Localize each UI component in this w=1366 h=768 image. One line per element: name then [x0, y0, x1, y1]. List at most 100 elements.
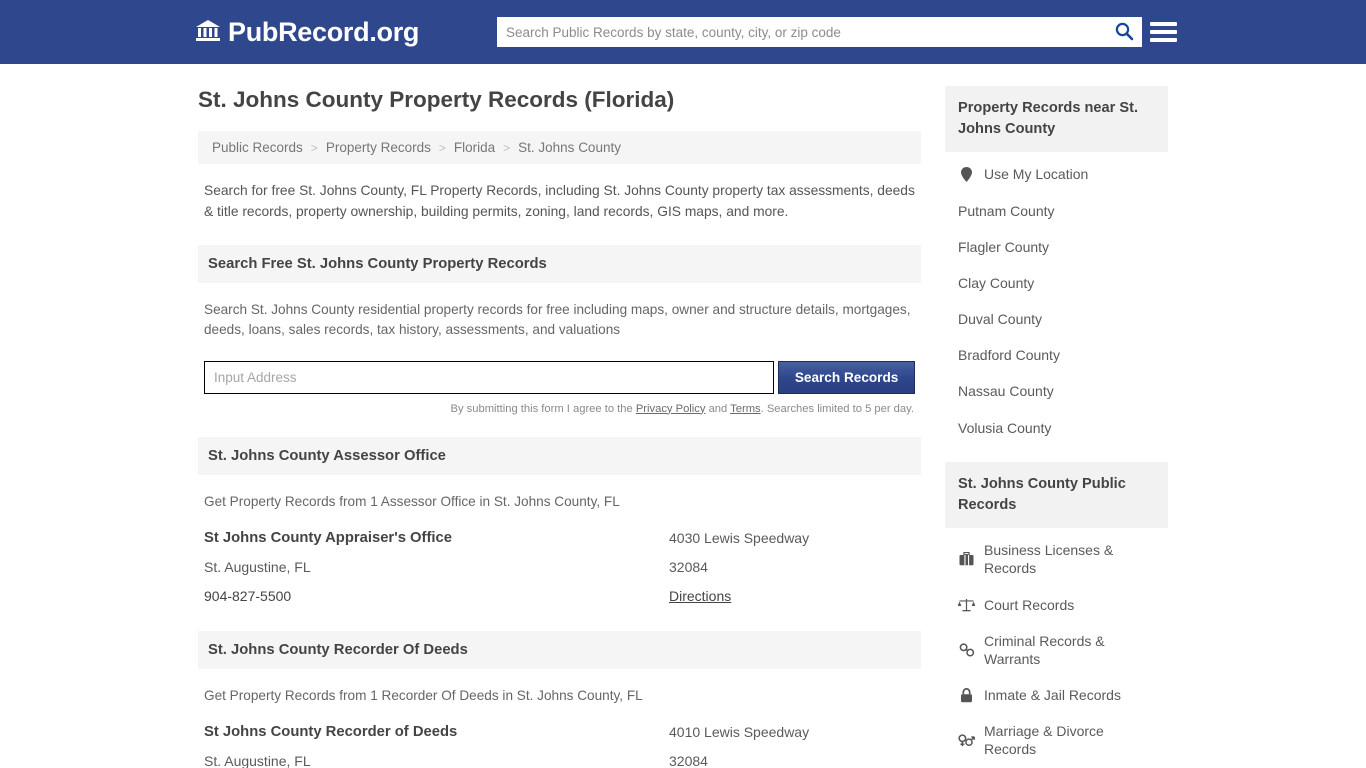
list-item: Volusia County: [945, 410, 1168, 446]
assessor-office-description: Get Property Records from 1 Assessor Off…: [204, 493, 620, 509]
breadcrumb-item-property-records[interactable]: Property Records: [322, 140, 435, 155]
office-street: 4030 Lewis Speedway: [669, 529, 810, 546]
sidebar-item-volusia-county[interactable]: Volusia County: [945, 410, 1168, 446]
search-records-button[interactable]: Search Records: [778, 360, 915, 394]
office-row: St Johns County Recorder of Deeds St. Au…: [204, 706, 915, 768]
scales-of-justice-icon: [958, 598, 975, 612]
list-item: Court Records: [945, 587, 1168, 623]
sidebar-item-clay-county[interactable]: Clay County: [945, 265, 1168, 301]
sidebar-item-label: Flagler County: [958, 238, 1050, 255]
sidebar-item-nassau-county[interactable]: Nassau County: [945, 373, 1168, 409]
sidebar: Property Records near St. Johns County U…: [945, 86, 1168, 768]
sidebar-item-label: Marriage & Divorce Records: [984, 723, 1104, 758]
search-icon: [1114, 21, 1134, 44]
list-item: Use My Location: [945, 152, 1168, 192]
office-left-column: St Johns County Appraiser's Office St. A…: [204, 530, 669, 617]
breadcrumb-separator: >: [438, 140, 446, 155]
sidebar-item-court-records[interactable]: Court Records: [945, 587, 1168, 623]
sidebar-item-inmate-jail-records[interactable]: Inmate & Jail Records: [945, 677, 1168, 713]
content-container: St. Johns County Property Records (Flori…: [198, 64, 1168, 768]
recorder-of-deeds-heading: St. Johns County Recorder Of Deeds: [198, 630, 921, 669]
list-item: Bradford County: [945, 337, 1168, 373]
list-item: Putnam County: [945, 193, 1168, 229]
office-left-column: St Johns County Recorder of Deeds St. Au…: [204, 724, 669, 768]
breadcrumb: Public Records > Property Records > Flor…: [198, 131, 921, 164]
office-street: 4010 Lewis Speedway: [669, 724, 810, 741]
breadcrumb-item-current: St. Johns County: [518, 140, 621, 155]
breadcrumb-item-florida[interactable]: Florida: [450, 140, 499, 155]
sidebar-item-label: Clay County: [958, 274, 1035, 291]
sidebar-item-business-licenses[interactable]: Business Licenses & Records: [945, 528, 1168, 586]
assessor-office-panel: St. Johns County Assessor Office Get Pro…: [198, 436, 921, 627]
hamburger-menu-icon[interactable]: [1150, 18, 1177, 45]
disclaimer-and: and: [705, 402, 731, 415]
list-item: Flagler County: [945, 229, 1168, 265]
search-button[interactable]: [1106, 17, 1142, 47]
office-zip: 32084: [669, 558, 708, 575]
breadcrumb-item-public-records[interactable]: Public Records: [208, 140, 307, 155]
search-panel-heading: Search Free St. Johns County Property Re…: [198, 244, 921, 283]
list-item: Business Licenses & Records: [945, 528, 1168, 586]
disclaimer-prefix: By submitting this form I agree to the: [450, 402, 636, 415]
main-column: St. Johns County Property Records (Flori…: [198, 86, 921, 768]
sidebar-item-label: Duval County: [958, 311, 1043, 328]
nearby-records-heading: Property Records near St. Johns County: [945, 86, 1168, 153]
recorder-of-deeds-body: Get Property Records from 1 Recorder Of …: [198, 669, 921, 768]
search-panel-body: Search St. Johns County residential prop…: [198, 283, 921, 415]
hamburger-bar: [1150, 37, 1177, 42]
map-pin-icon: [958, 166, 975, 182]
search-records-panel: Search Free St. Johns County Property Re…: [198, 244, 921, 415]
sidebar-item-flagler-county[interactable]: Flagler County: [945, 229, 1168, 265]
page-body: St. Johns County Property Records (Flori…: [0, 64, 1366, 768]
address-search-form: Search Records: [204, 360, 915, 394]
sidebar-item-label: Inmate & Jail Records: [984, 687, 1121, 704]
disclaimer-suffix: . Searches limited to 5 per day.: [760, 402, 914, 415]
bank-building-icon: [195, 18, 221, 47]
sidebar-item-use-my-location[interactable]: Use My Location: [945, 152, 1168, 192]
sidebar-item-label: Bradford County: [958, 347, 1060, 364]
header-search-input[interactable]: [497, 17, 1106, 47]
site-logo[interactable]: PubRecord.org: [195, 18, 419, 47]
office-name: St Johns County Appraiser's Office: [204, 529, 452, 546]
breadcrumb-separator: >: [310, 140, 318, 155]
office-phone[interactable]: 904-827-5500: [204, 588, 669, 604]
sidebar-item-label: Putnam County: [958, 202, 1055, 219]
handcuffs-icon: [958, 643, 975, 657]
sidebar-item-marriage-divorce-records[interactable]: Marriage & Divorce Records: [945, 713, 1168, 767]
office-name: St Johns County Recorder of Deeds: [204, 724, 458, 741]
padlock-icon: [958, 687, 975, 703]
sidebar-item-label: Business Licenses & Records: [984, 542, 1114, 577]
sidebar-item-label: Court Records: [984, 596, 1075, 613]
form-disclaimer: By submitting this form I agree to the P…: [204, 403, 915, 415]
sidebar-item-putnam-county[interactable]: Putnam County: [945, 193, 1168, 229]
public-records-list: Business Licenses & Records Court Record…: [945, 528, 1168, 768]
list-item: Duval County: [945, 301, 1168, 337]
address-input[interactable]: [204, 360, 775, 394]
hamburger-bar: [1150, 21, 1177, 26]
venus-mars-icon: [958, 733, 975, 747]
sidebar-item-label: Volusia County: [958, 419, 1052, 436]
sidebar-item-duval-county[interactable]: Duval County: [945, 301, 1168, 337]
sidebar-item-bradford-county[interactable]: Bradford County: [945, 337, 1168, 373]
office-city-state: St. Augustine, FL: [204, 558, 311, 575]
sidebar-item-label: Use My Location: [984, 166, 1089, 183]
sidebar-item-label: Nassau County: [958, 383, 1054, 400]
office-right-column: 4030 Lewis Speedway 32084 Directions: [669, 530, 915, 617]
header-search: [497, 17, 1142, 47]
terms-link[interactable]: Terms: [730, 403, 760, 415]
office-row: St Johns County Appraiser's Office St. A…: [204, 512, 915, 627]
list-item: Criminal Records & Warrants: [945, 623, 1168, 677]
hamburger-bar: [1150, 29, 1177, 34]
office-zip: 32084: [669, 753, 708, 768]
page-title: St. Johns County Property Records (Flori…: [198, 87, 675, 112]
recorder-of-deeds-description: Get Property Records from 1 Recorder Of …: [204, 687, 643, 703]
search-panel-description: Search St. Johns County residential prop…: [204, 301, 911, 338]
office-city-state: St. Augustine, FL: [204, 753, 311, 768]
privacy-policy-link[interactable]: Privacy Policy: [636, 403, 706, 415]
sidebar-item-criminal-records[interactable]: Criminal Records & Warrants: [945, 623, 1168, 677]
recorder-of-deeds-panel: St. Johns County Recorder Of Deeds Get P…: [198, 630, 921, 768]
directions-link[interactable]: Directions: [669, 588, 731, 604]
public-records-heading: St. Johns County Public Records: [945, 461, 1168, 529]
sidebar-item-label: Criminal Records & Warrants: [984, 632, 1105, 667]
list-item: Inmate & Jail Records: [945, 677, 1168, 713]
